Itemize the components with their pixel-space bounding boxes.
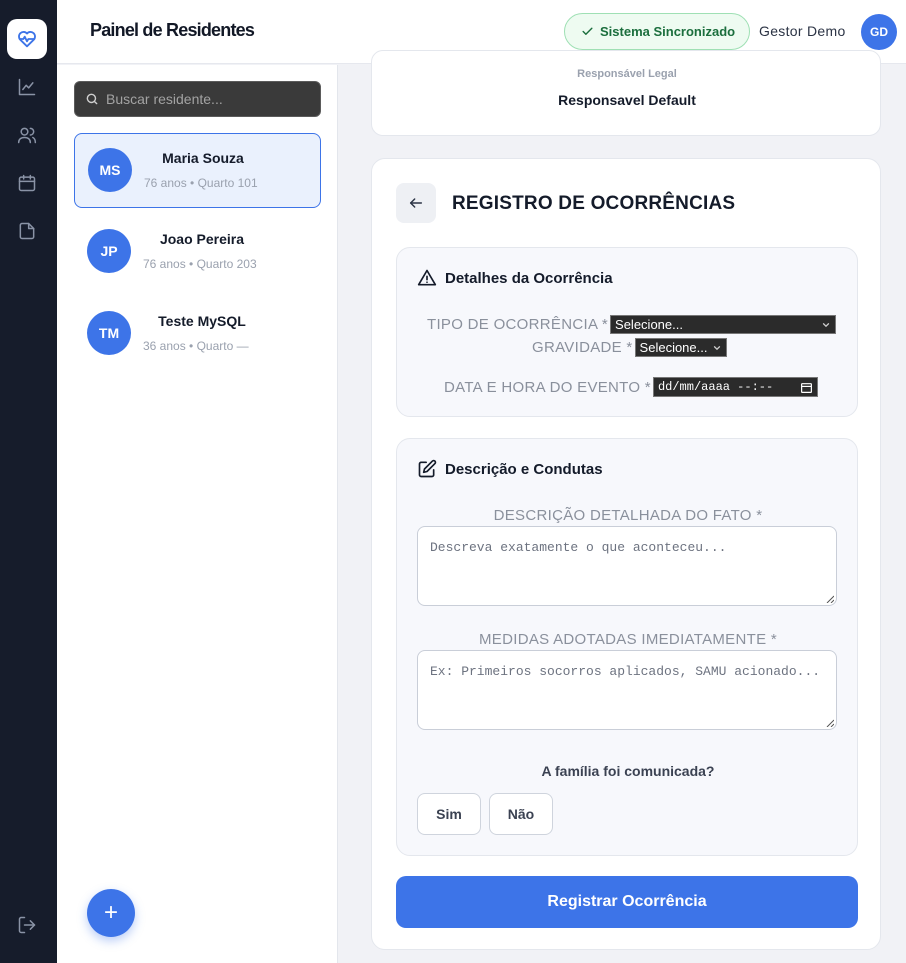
- avatar: TM: [87, 311, 131, 355]
- measures-placeholder: Ex: Primeiros socorros aplicados, SAMU a…: [430, 664, 821, 679]
- calendar-icon: [18, 174, 36, 192]
- nav-item-residents[interactable]: [15, 123, 39, 147]
- type-select-value: Selecione...: [615, 317, 683, 332]
- resident-meta: 76 anos • Quarto 203: [143, 257, 257, 271]
- datetime-input[interactable]: dd/mm/aaaa --:--: [652, 377, 818, 397]
- details-section: Detalhes da Ocorrência TIPO DE OCORRÊNCI…: [396, 247, 858, 417]
- heart-pulse-icon: [18, 31, 36, 48]
- search-input[interactable]: [106, 91, 306, 107]
- chart-line-icon: [18, 78, 36, 96]
- sync-status-text: Sistema Sincronizado: [600, 24, 736, 39]
- description-heading-text: Descrição e Condutas: [445, 460, 603, 478]
- resident-meta: 76 anos • Quarto 101: [144, 176, 258, 190]
- arrow-left-icon: [409, 198, 423, 208]
- user-name[interactable]: Gestor Demo: [759, 23, 846, 39]
- description-heading: Descrição e Condutas: [417, 459, 603, 479]
- type-label: TIPO DE OCORRÊNCIA *: [427, 316, 609, 333]
- back-button[interactable]: [396, 183, 436, 223]
- description-section: Descrição e Condutas DESCRIÇÃO DETALHADA…: [396, 438, 858, 856]
- users-icon: [17, 127, 37, 144]
- occurrence-form-card: REGISTRO DE OCORRÊNCIAS Detalhes da Ocor…: [371, 158, 881, 950]
- resize-grip-icon[interactable]: [826, 719, 834, 727]
- fact-placeholder: Descreva exatamente o que aconteceu...: [430, 540, 727, 555]
- resident-name: Joao Pereira: [159, 231, 245, 247]
- nav-rail: [0, 0, 57, 963]
- severity-label: GRAVIDADE *: [532, 339, 633, 356]
- add-resident-button[interactable]: +: [87, 889, 135, 937]
- resident-item-joao-pereira[interactable]: JP Joao Pereira 76 anos • Quarto 203: [74, 215, 321, 290]
- severity-select-value: Selecione...: [639, 340, 708, 355]
- sync-status-badge: Sistema Sincronizado: [564, 13, 751, 50]
- nav-item-calendar[interactable]: [15, 171, 39, 195]
- user-avatar[interactable]: GD: [861, 14, 897, 50]
- profile-card: Responsável Legal Responsavel Default: [371, 50, 881, 136]
- submit-occurrence-button[interactable]: Registrar Ocorrência: [396, 876, 858, 928]
- datetime-input-value: dd/mm/aaaa --:--: [657, 380, 774, 394]
- measures-label: MEDIDAS ADOTADAS IMEDIATAMENTE *: [479, 631, 777, 648]
- logout-icon: [18, 916, 36, 934]
- type-row: TIPO DE OCORRÊNCIA * Selecione...: [427, 315, 837, 334]
- heart-pulse-nav-button[interactable]: [7, 19, 47, 59]
- chevron-down-icon: [713, 345, 720, 350]
- family-no-button[interactable]: Não: [489, 793, 553, 835]
- resident-name: Teste MySQL: [158, 313, 246, 329]
- edit-icon: [418, 459, 437, 478]
- details-heading: Detalhes da Ocorrência: [417, 268, 613, 288]
- avatar: MS: [88, 148, 132, 192]
- form-title: REGISTRO DE OCORRÊNCIAS: [452, 193, 736, 214]
- file-icon: [19, 222, 35, 240]
- chevron-down-icon: [822, 322, 830, 327]
- nav-item-dashboard[interactable]: [15, 75, 39, 99]
- resident-item-teste-mysql[interactable]: TM Teste MySQL 36 anos • Quarto —: [74, 297, 321, 372]
- datetime-row: DATA E HORA DO EVENTO * dd/mm/aaaa --:--: [444, 377, 818, 397]
- fact-textarea[interactable]: Descreva exatamente o que aconteceu...: [417, 526, 837, 606]
- avatar: JP: [87, 229, 131, 273]
- type-select[interactable]: Selecione...: [610, 315, 837, 334]
- logout-button[interactable]: [15, 913, 39, 937]
- resident-meta: 36 anos • Quarto —: [143, 339, 249, 353]
- search-icon: [86, 93, 98, 105]
- nav-item-documents[interactable]: [15, 219, 39, 243]
- family-question: A família foi comunicada?: [541, 763, 715, 779]
- check-icon: [582, 27, 593, 35]
- severity-select[interactable]: Selecione...: [634, 338, 727, 357]
- datetime-label: DATA E HORA DO EVENTO *: [444, 378, 651, 396]
- resident-list-panel: MS Maria Souza 76 anos • Quarto 101 JP J…: [57, 65, 338, 963]
- search-box[interactable]: [74, 81, 321, 117]
- warning-icon: [417, 269, 437, 286]
- legal-guardian-label: Responsável Legal: [577, 68, 677, 80]
- measures-textarea[interactable]: Ex: Primeiros socorros aplicados, SAMU a…: [417, 650, 837, 730]
- resize-grip-icon[interactable]: [826, 595, 834, 603]
- resident-item-maria-souza[interactable]: MS Maria Souza 76 anos • Quarto 101: [74, 133, 321, 208]
- legal-guardian-value: Responsavel Default: [558, 92, 696, 108]
- details-heading-text: Detalhes da Ocorrência: [445, 269, 613, 287]
- calendar-icon[interactable]: [800, 381, 813, 394]
- page-title: Painel de Residentes: [90, 20, 255, 40]
- resident-name: Maria Souza: [162, 150, 244, 166]
- family-yes-button[interactable]: Sim: [417, 793, 481, 835]
- fact-label: DESCRIÇÃO DETALHADA DO FATO *: [493, 507, 763, 524]
- severity-row: GRAVIDADE * Selecione...: [532, 338, 727, 357]
